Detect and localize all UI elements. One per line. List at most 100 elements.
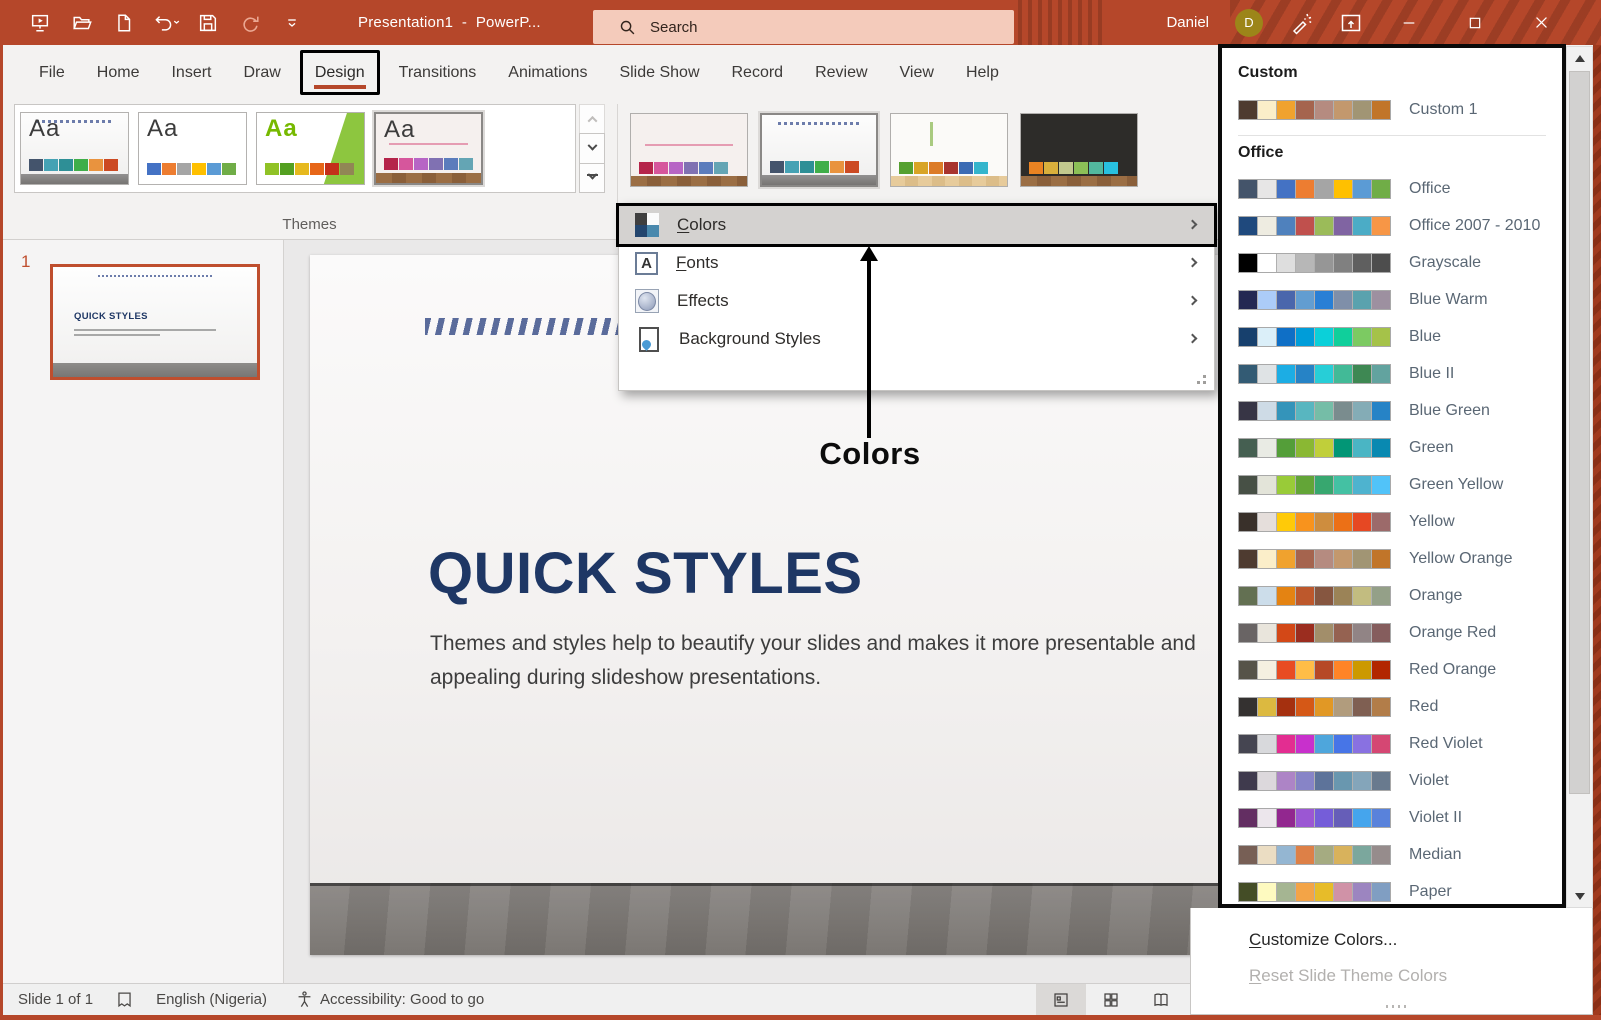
tab-design[interactable]: Design	[300, 50, 380, 95]
scrollbar-thumb[interactable]	[1569, 71, 1590, 794]
tab-animations[interactable]: Animations	[492, 45, 603, 100]
flyout-resize-grip[interactable]	[1392, 1005, 1394, 1008]
color-scheme-swatches	[1238, 586, 1391, 606]
color-scheme-violet[interactable]: Violet	[1238, 762, 1562, 799]
color-scheme-red-orange[interactable]: Red Orange	[1238, 651, 1562, 688]
swatch	[1334, 365, 1352, 383]
variant-thumbnail-variant-1[interactable]	[630, 113, 748, 187]
color-scheme-median[interactable]: Median	[1238, 836, 1562, 873]
customize-qat-chevron-icon[interactable]	[276, 7, 308, 39]
tab-insert[interactable]: Insert	[155, 45, 227, 100]
color-scheme-office[interactable]: Office	[1238, 170, 1562, 207]
color-scheme-green[interactable]: Green	[1238, 429, 1562, 466]
tab-review[interactable]: Review	[799, 45, 883, 100]
color-scheme-blue[interactable]: Blue	[1238, 318, 1562, 355]
color-scheme-yellow-orange[interactable]: Yellow Orange	[1238, 540, 1562, 577]
color-scheme-green-yellow[interactable]: Green Yellow	[1238, 466, 1562, 503]
coming-soon-pen-icon[interactable]	[1289, 11, 1313, 35]
reset-slide-theme-colors-command[interactable]: Reset Slide Theme Colors	[1249, 958, 1592, 994]
variant-thumbnail-variant-4[interactable]	[1020, 113, 1138, 187]
swatch	[1372, 809, 1390, 827]
accessibility-icon[interactable]	[295, 990, 314, 1009]
ribbon-display-options-icon[interactable]	[1339, 11, 1363, 35]
search-input[interactable]: Search	[593, 10, 1014, 44]
tab-help[interactable]: Help	[950, 45, 1015, 100]
color-scheme-blue-green[interactable]: Blue Green	[1238, 392, 1562, 429]
tab-slide-show[interactable]: Slide Show	[603, 45, 715, 100]
language-indicator[interactable]: English (Nigeria)	[156, 991, 267, 1008]
swatch	[1315, 513, 1333, 531]
flyout-scrollbar[interactable]	[1566, 46, 1593, 908]
slide-indicator[interactable]: Slide 1 of 1	[18, 991, 93, 1008]
menu-item-background-styles[interactable]: Background Styles	[619, 320, 1214, 358]
theme-thumbnail-office-theme[interactable]: Aa	[138, 112, 247, 185]
redo-icon[interactable]	[234, 7, 266, 39]
color-scheme-name: Paper	[1409, 883, 1452, 901]
close-button[interactable]	[1521, 0, 1561, 45]
swatch	[1315, 180, 1333, 198]
variant-thumbnail-variant-2[interactable]	[760, 113, 878, 187]
menu-resize-grip[interactable]	[1194, 372, 1206, 384]
swatch	[1258, 809, 1276, 827]
color-scheme-paper[interactable]: Paper	[1238, 873, 1562, 908]
color-scheme-name: Blue Warm	[1409, 291, 1488, 309]
gallery-more-button[interactable]	[579, 163, 605, 193]
color-scheme-orange-red[interactable]: Orange Red	[1238, 614, 1562, 651]
color-scheme-custom-1[interactable]: Custom 1	[1238, 90, 1562, 130]
gallery-scroll-down-button[interactable]	[579, 133, 605, 163]
account-name[interactable]: Daniel	[1166, 14, 1209, 31]
color-scheme-grayscale[interactable]: Grayscale	[1238, 244, 1562, 281]
avatar[interactable]: D	[1235, 9, 1263, 37]
color-scheme-violet-ii[interactable]: Violet II	[1238, 799, 1562, 836]
accessibility-status[interactable]: Accessibility: Good to go	[320, 991, 484, 1008]
reading-view-button[interactable]	[1136, 984, 1186, 1015]
variant-swatches	[770, 161, 859, 173]
tab-transitions[interactable]: Transitions	[383, 45, 493, 100]
tab-home[interactable]: Home	[81, 45, 156, 100]
normal-view-button[interactable]	[1036, 984, 1086, 1015]
color-scheme-swatches	[1238, 660, 1391, 680]
menu-item-fonts[interactable]: AFonts	[619, 244, 1214, 282]
tab-draw[interactable]: Draw	[227, 45, 296, 100]
color-scheme-blue-ii[interactable]: Blue II	[1238, 355, 1562, 392]
swatch	[1239, 101, 1257, 119]
theme-thumbnail-gallery[interactable]: Aa	[374, 112, 483, 185]
scroll-down-arrow[interactable]	[1567, 885, 1592, 907]
color-scheme-orange[interactable]: Orange	[1238, 577, 1562, 614]
swatch	[1296, 291, 1314, 309]
color-scheme-office-2007-2010[interactable]: Office 2007 - 2010	[1238, 207, 1562, 244]
minimize-button[interactable]	[1389, 0, 1429, 45]
color-scheme-red-violet[interactable]: Red Violet	[1238, 725, 1562, 762]
save-icon[interactable]	[192, 7, 224, 39]
color-scheme-red[interactable]: Red	[1238, 688, 1562, 725]
swatch	[1372, 365, 1390, 383]
tab-record[interactable]: Record	[716, 45, 800, 100]
menu-item-colors[interactable]: Colors	[619, 206, 1214, 244]
maximize-button[interactable]	[1455, 0, 1495, 45]
open-file-icon[interactable]	[66, 7, 98, 39]
slide-thumbnails-panel: 1 QUICK STYLES	[3, 240, 283, 983]
theme-swatches	[384, 158, 473, 170]
swatch	[1372, 698, 1390, 716]
new-file-icon[interactable]	[108, 7, 140, 39]
spellcheck-icon[interactable]	[115, 990, 134, 1009]
tab-label: Animations	[508, 64, 587, 82]
customize-colors-command[interactable]: Customize Colors...	[1249, 922, 1592, 958]
variant-thumbnail-variant-3[interactable]	[890, 113, 1008, 187]
undo-icon[interactable]	[150, 7, 182, 39]
slide-thumbnail[interactable]: QUICK STYLES	[50, 264, 260, 380]
theme-thumbnail-gallery-current-variant[interactable]: Aa	[20, 112, 129, 185]
scroll-up-arrow[interactable]	[1567, 47, 1592, 69]
start-slideshow-icon[interactable]	[24, 7, 56, 39]
menu-item-effects[interactable]: Effects	[619, 282, 1214, 320]
slide-sorter-view-button[interactable]	[1086, 984, 1136, 1015]
swatch	[1372, 513, 1390, 531]
gallery-scroll-up-button[interactable]	[579, 104, 605, 134]
tab-view[interactable]: View	[884, 45, 950, 100]
tab-file[interactable]: File	[23, 45, 81, 100]
color-scheme-yellow[interactable]: Yellow	[1238, 503, 1562, 540]
slide-title-text[interactable]: QUICK STYLES	[428, 540, 863, 607]
swatch	[1315, 217, 1333, 235]
theme-thumbnail-facet[interactable]: Aa	[256, 112, 365, 185]
color-scheme-blue-warm[interactable]: Blue Warm	[1238, 281, 1562, 318]
